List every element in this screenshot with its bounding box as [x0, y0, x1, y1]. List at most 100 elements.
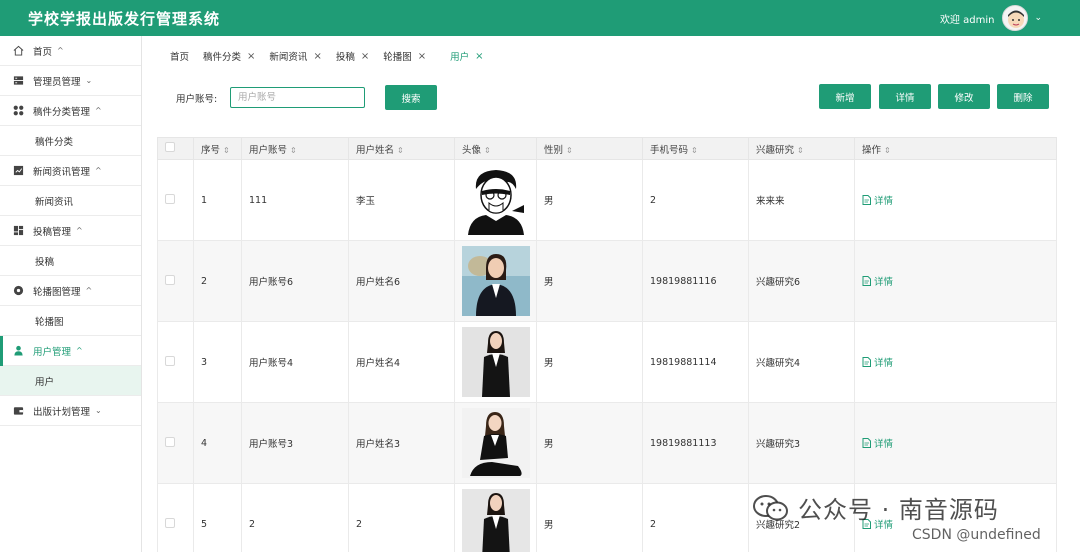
- chevron-up-icon: ^: [95, 106, 102, 115]
- tab-label: 用户: [450, 52, 470, 63]
- row-checkbox[interactable]: [165, 436, 175, 447]
- search-button[interactable]: 搜索: [385, 85, 437, 110]
- sidebar-item-admin[interactable]: 管理员管理 ⌄: [0, 66, 141, 96]
- sidebar-subitem-carousel[interactable]: 轮播图: [0, 306, 141, 336]
- table-row[interactable]: 2 用户账号6 用户姓名6 男 19819881116 兴趣研究6 详情: [157, 240, 1057, 322]
- row-checkbox[interactable]: [165, 355, 175, 366]
- column-header[interactable]: 操作 ⇕: [854, 137, 1057, 160]
- cell-no: 5: [193, 483, 242, 552]
- tab-bar: 首页 稿件分类 × 新闻资讯 × 投稿 × 轮播图 × 用户 ×: [170, 48, 498, 64]
- cell-phone: 2: [642, 483, 749, 552]
- sort-icon[interactable]: ⇕: [691, 146, 698, 155]
- row-select-cell[interactable]: [157, 321, 194, 403]
- tab-news[interactable]: 新闻资讯 ×: [269, 49, 321, 64]
- sidebar-item-carousel-mgmt[interactable]: 轮播图管理 ^: [0, 276, 141, 306]
- cell-gender: 男: [536, 483, 643, 552]
- add-button[interactable]: 新增: [819, 84, 871, 109]
- watermark-csdn: CSDN @undefined: [912, 527, 1041, 543]
- column-header[interactable]: 用户姓名 ⇕: [348, 137, 455, 160]
- sidebar-item-category-mgmt[interactable]: 稿件分类管理 ^: [0, 96, 141, 126]
- watermark-wechat: 公众号 · 南音源码: [752, 490, 999, 525]
- tab-submission[interactable]: 投稿 ×: [336, 49, 369, 64]
- avatar-image: [462, 408, 530, 478]
- sidebar-item-home[interactable]: 首页 ^: [0, 36, 141, 66]
- edit-button[interactable]: 修改: [938, 84, 990, 109]
- sort-icon[interactable]: ⇕: [484, 146, 491, 155]
- sidebar-item-label: 投稿管理: [33, 226, 72, 238]
- search-input[interactable]: [230, 87, 365, 108]
- cell-interest: 兴趣研究3: [748, 402, 855, 484]
- sort-icon[interactable]: ⇕: [290, 146, 297, 155]
- row-select-cell[interactable]: [157, 402, 194, 484]
- user-menu[interactable]: 欢迎 admin ⌄: [940, 0, 1042, 36]
- sort-icon[interactable]: ⇕: [397, 146, 404, 155]
- column-label: 序号: [201, 144, 221, 156]
- document-icon: [862, 275, 871, 286]
- sidebar-item-publish-plan-mgmt[interactable]: 出版计划管理 ⌄: [0, 396, 141, 426]
- sidebar-subitem-submission[interactable]: 投稿: [0, 246, 141, 276]
- cell-gender: 男: [536, 321, 643, 403]
- sort-icon[interactable]: ⇕: [566, 146, 573, 155]
- document-icon: [862, 437, 871, 448]
- sort-icon[interactable]: ⇕: [797, 146, 804, 155]
- chevron-up-icon: ^: [76, 346, 83, 355]
- row-checkbox[interactable]: [165, 193, 175, 204]
- sidebar-subitem-category[interactable]: 稿件分类: [0, 126, 141, 156]
- delete-button[interactable]: 删除: [997, 84, 1049, 109]
- row-detail-link[interactable]: 详情: [862, 193, 893, 207]
- circle-dot-icon: [12, 285, 24, 297]
- user-avatar[interactable]: [1002, 5, 1029, 31]
- tab-category[interactable]: 稿件分类 ×: [203, 49, 255, 64]
- row-select-cell[interactable]: [157, 159, 194, 241]
- document-icon: [862, 194, 871, 205]
- column-header[interactable]: 头像 ⇕: [454, 137, 537, 160]
- chevron-up-icon: ^: [76, 226, 83, 235]
- sort-icon[interactable]: ⇕: [223, 146, 230, 155]
- close-icon[interactable]: ×: [418, 51, 426, 62]
- grid-dots-icon: [12, 105, 24, 117]
- cell-gender: 男: [536, 240, 643, 322]
- sidebar-subitem-user[interactable]: 用户: [0, 366, 141, 396]
- cell-avatar: [454, 402, 537, 484]
- sidebar-subitem-news[interactable]: 新闻资讯: [0, 186, 141, 216]
- row-select-cell[interactable]: [157, 240, 194, 322]
- close-icon[interactable]: ×: [475, 51, 483, 62]
- row-checkbox[interactable]: [165, 517, 175, 528]
- row-detail-link[interactable]: 详情: [862, 436, 893, 450]
- column-header[interactable]: 手机号码 ⇕: [642, 137, 749, 160]
- sidebar-item-label: 出版计划管理: [33, 406, 91, 418]
- sidebar-item-submission-mgmt[interactable]: 投稿管理 ^: [0, 216, 141, 246]
- detail-button[interactable]: 详情: [879, 84, 931, 109]
- cell-interest: 兴趣研究6: [748, 240, 855, 322]
- avatar-image: [462, 246, 530, 316]
- column-label: 手机号码: [650, 144, 689, 156]
- chart-box-icon: [12, 165, 24, 177]
- sidebar-item-user-mgmt[interactable]: 用户管理 ^: [0, 336, 141, 366]
- column-label: 性别: [544, 144, 564, 156]
- chevron-down-icon[interactable]: ⌄: [1034, 13, 1042, 23]
- table-row[interactable]: 1 111 李玉 男 2 来来来 详情: [157, 159, 1057, 241]
- sidebar-item-news-mgmt[interactable]: 新闻资讯管理 ^: [0, 156, 141, 186]
- tab-carousel[interactable]: 轮播图 ×: [383, 49, 426, 64]
- sidebar-item-label: 首页: [33, 46, 53, 58]
- column-header[interactable]: 兴趣研究 ⇕: [748, 137, 855, 160]
- column-header[interactable]: 用户账号 ⇕: [241, 137, 349, 160]
- close-icon[interactable]: ×: [313, 51, 321, 62]
- cell-account: 111: [241, 159, 349, 241]
- column-header[interactable]: 性别 ⇕: [536, 137, 643, 160]
- close-icon[interactable]: ×: [247, 51, 255, 62]
- row-detail-link[interactable]: 详情: [862, 274, 893, 288]
- tab-user[interactable]: 用户 ×: [450, 49, 483, 64]
- sort-icon[interactable]: ⇕: [884, 146, 891, 155]
- tab-home[interactable]: 首页: [170, 49, 189, 63]
- close-icon[interactable]: ×: [361, 51, 369, 62]
- select-all-cell[interactable]: [157, 137, 194, 160]
- row-detail-link[interactable]: 详情: [862, 355, 893, 369]
- table-row[interactable]: 3 用户账号4 用户姓名4 男 19819881114 兴趣研究4 详情: [157, 321, 1057, 403]
- select-all-checkbox[interactable]: [165, 142, 175, 152]
- row-select-cell[interactable]: [157, 483, 194, 552]
- row-checkbox[interactable]: [165, 274, 175, 285]
- column-header[interactable]: 序号 ⇕: [193, 137, 242, 160]
- table-row[interactable]: 4 用户账号3 用户姓名3 男 19819881113 兴趣研究3 详情: [157, 402, 1057, 484]
- watermark-text: 公众号 · 南音源码: [798, 496, 999, 524]
